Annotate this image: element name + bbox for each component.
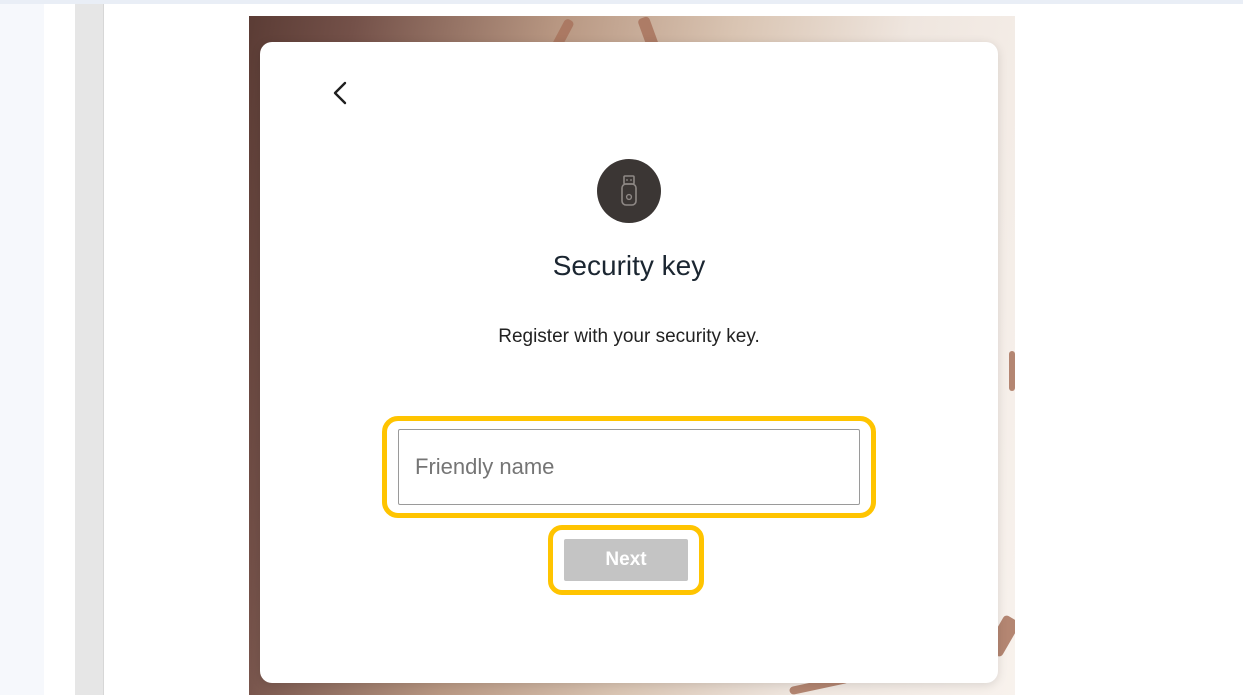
left-margin [44,4,75,695]
next-button[interactable]: Next [564,539,688,581]
usb-security-key-icon [621,175,637,206]
page-subtitle: Register with your security key. [498,326,760,347]
browser-page: ] Security key Register with your securi… [0,0,1243,695]
side-scroll-bar [75,4,104,695]
security-key-card: Security key Register with your security… [260,42,998,683]
back-button[interactable] [326,78,356,108]
friendly-name-input[interactable] [398,429,860,505]
page-title: Security key [552,250,706,281]
chevron-left-icon [333,81,347,105]
left-gutter [0,4,44,695]
security-key-icon-badge [597,159,661,223]
